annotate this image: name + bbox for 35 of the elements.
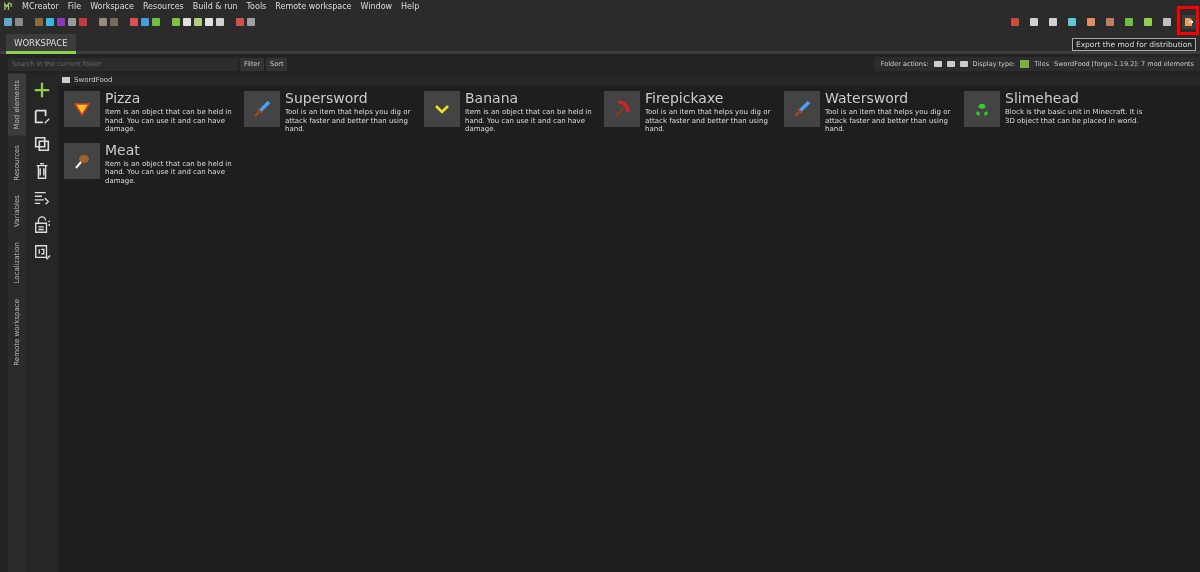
sword-icon [792, 99, 812, 119]
lock-icon[interactable] [33, 216, 51, 234]
element-name: Meat [105, 142, 141, 158]
menu-item[interactable]: Build & run [192, 1, 238, 11]
id-edit-icon[interactable] [33, 243, 51, 261]
element-name: Watersword [825, 91, 910, 106]
menu-item[interactable]: Remote workspace [275, 1, 352, 11]
element-thumbnail[interactable] [964, 91, 1000, 127]
edit-icon[interactable] [33, 108, 51, 126]
element-name: Pizza [105, 91, 142, 106]
menu-item[interactable]: Help [401, 1, 420, 11]
element-thumbnail[interactable] [604, 91, 640, 127]
menu-item[interactable]: Resources [142, 1, 184, 11]
workspace-tab[interactable]: WORKSPACE [6, 34, 76, 54]
menu-item[interactable]: Tools [246, 1, 267, 11]
export-button[interactable] [1182, 14, 1196, 29]
sword-icon [252, 99, 272, 119]
list-icon[interactable] [33, 189, 51, 207]
element-thumbnail[interactable] [64, 142, 100, 179]
menu-item[interactable]: File [67, 1, 82, 11]
element-name: Slimehead [1005, 91, 1080, 106]
element-name: Supersword [285, 91, 369, 106]
logo-icon [4, 1, 13, 11]
menu-item[interactable]: MCreator [22, 1, 59, 11]
element-thumbnail[interactable] [424, 91, 460, 127]
duplicate-icon[interactable] [33, 135, 51, 153]
element-thumbnail[interactable] [64, 91, 100, 127]
element-thumbnail[interactable] [244, 91, 280, 127]
pickaxe-icon [612, 99, 632, 119]
plus-icon[interactable] [33, 81, 51, 99]
element-thumbnail[interactable] [784, 91, 820, 127]
menu-item[interactable]: Workspace [90, 1, 134, 11]
element-name: Firepickaxe [645, 91, 725, 106]
element-name: Banana [465, 91, 520, 106]
menu-item[interactable]: Window [360, 1, 393, 11]
